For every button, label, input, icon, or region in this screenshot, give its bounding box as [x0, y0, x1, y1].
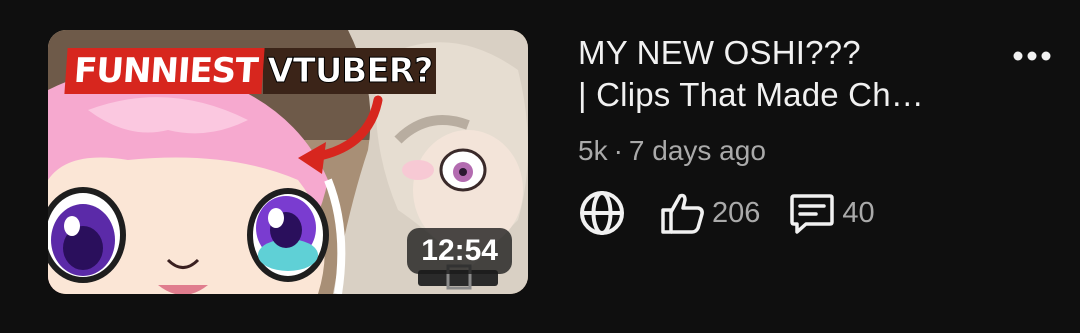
like-stat[interactable]: 206 — [658, 190, 760, 236]
video-title-line-1: MY NEW OSHI??? — [578, 34, 861, 71]
video-details: MY NEW OSHI??? | Clips That Made Ch… 5k ·… — [578, 32, 998, 236]
comment-count: 40 — [842, 196, 875, 229]
video-card[interactable]: FUNNIEST VTUBER? 12:54 MY NEW OSHI??? | … — [0, 0, 1080, 333]
thumbnail-caption-white: VTUBER? — [263, 48, 437, 94]
globe-icon — [578, 190, 626, 236]
thumbs-up-icon — [658, 190, 706, 236]
video-metadata: 5k · 7 days ago — [578, 134, 998, 168]
thumbnail-caption-red: FUNNIEST — [64, 48, 265, 94]
comment-stat[interactable]: 40 — [788, 190, 875, 236]
more-vertical-icon — [1012, 50, 1052, 62]
duration-badge: 12:54 — [407, 227, 512, 274]
video-thumbnail[interactable]: FUNNIEST VTUBER? 12:54 — [48, 30, 528, 294]
video-title-line-2: | Clips That Made Ch… — [578, 76, 924, 113]
view-count: 5k — [578, 135, 608, 166]
video-stats: 206 40 — [578, 190, 998, 236]
meta-separator: · — [613, 135, 623, 166]
comment-icon — [788, 190, 836, 236]
thumbnail-caption: FUNNIEST VTUBER? — [64, 46, 437, 96]
more-options-button[interactable] — [1010, 38, 1054, 74]
video-title[interactable]: MY NEW OSHI??? | Clips That Made Ch… — [578, 32, 998, 116]
upload-age: 7 days ago — [628, 135, 766, 166]
like-count: 206 — [712, 196, 761, 229]
